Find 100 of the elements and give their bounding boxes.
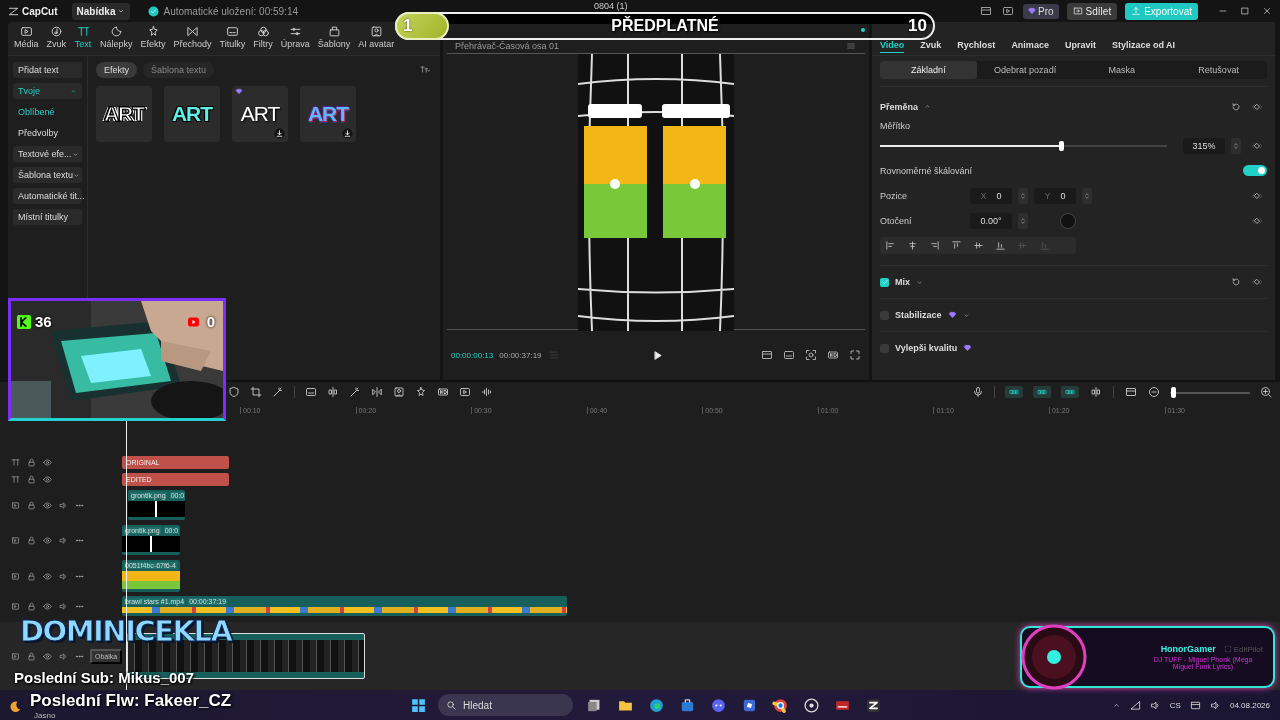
pro-badge[interactable]: Pro [1023, 3, 1059, 19]
toolbar-tab[interactable]: Nálepky [96, 25, 137, 53]
split-icon[interactable] [1089, 386, 1103, 398]
eye-icon[interactable] [43, 571, 52, 581]
video-track-icon[interactable] [11, 651, 20, 661]
chat-icon[interactable] [709, 696, 727, 714]
filter-tab[interactable]: Efekty [96, 62, 137, 78]
sidebar-item[interactable]: Předvolby [13, 125, 82, 141]
text-effect-tile[interactable]: ART [164, 86, 220, 142]
speaker-icon[interactable] [1209, 699, 1221, 711]
lock-icon[interactable] [27, 535, 36, 545]
toolbar-tab[interactable]: AI avatar [354, 25, 399, 53]
properties-tab[interactable]: Stylizace od AI [1111, 39, 1176, 53]
stepper[interactable] [1231, 137, 1241, 154]
sidebar-item[interactable]: Přidat text [13, 62, 82, 78]
slider-thumb[interactable] [1171, 386, 1177, 398]
preview-icon[interactable] [1124, 386, 1138, 398]
split-icon[interactable] [327, 386, 339, 398]
stepper[interactable] [1082, 187, 1092, 204]
eye-icon[interactable] [43, 500, 52, 510]
speaker-icon[interactable] [1149, 699, 1161, 711]
reset-icon[interactable] [1231, 101, 1241, 112]
video-track-icon[interactable] [11, 535, 20, 545]
sidebar-item[interactable]: Oblíbené [13, 104, 82, 120]
stepper[interactable] [1018, 187, 1028, 204]
media-icon[interactable] [459, 386, 471, 398]
checkbox[interactable] [880, 277, 889, 287]
filter-tab[interactable]: Šablona textu [143, 62, 215, 78]
video-track-icon[interactable] [11, 601, 20, 611]
toolbar-tab[interactable]: Úprava [276, 25, 314, 53]
subtab[interactable]: Základní [880, 61, 977, 79]
text-effect-tile[interactable]: ART [300, 86, 356, 142]
screen-icon[interactable] [761, 349, 773, 361]
eye-icon[interactable] [43, 457, 52, 467]
zoom-slider[interactable] [1170, 386, 1250, 398]
mirror-icon[interactable] [371, 386, 383, 398]
link-toggle[interactable] [1033, 386, 1051, 398]
windows-icon[interactable] [410, 696, 427, 714]
toolbar-tab[interactable]: Přechody [169, 25, 216, 53]
toolbar-tab[interactable]: Zvuk [42, 25, 71, 53]
zoom-in-icon[interactable] [1260, 386, 1272, 398]
toolbar-tab[interactable]: Titulky [215, 25, 250, 53]
eye-icon[interactable] [43, 601, 52, 611]
lock-icon[interactable] [27, 457, 36, 467]
lock-icon[interactable] [27, 651, 36, 661]
slider-thumb[interactable] [1058, 140, 1064, 151]
sidebar-item[interactable]: Místní titulky [13, 209, 82, 225]
tray-date[interactable]: 04.08.2026 [1229, 700, 1270, 710]
text-size-icon[interactable] [418, 65, 432, 75]
zoom-out-icon[interactable] [1148, 386, 1160, 398]
link-toggle[interactable] [1005, 386, 1023, 398]
text-track-icon[interactable] [11, 474, 20, 484]
eye-icon[interactable] [43, 535, 52, 545]
taskbar-search[interactable]: Hledat [438, 694, 573, 716]
scale-slider[interactable] [880, 140, 1167, 151]
video-track-icon[interactable] [11, 571, 20, 581]
subtab[interactable]: Maska [1073, 61, 1171, 79]
properties-tab[interactable]: Video [880, 39, 905, 53]
toolbar-tab[interactable]: Média [10, 25, 43, 53]
browser-icon[interactable] [647, 696, 665, 714]
toolbar-tab[interactable]: Filtry [249, 25, 277, 53]
eye-icon[interactable] [43, 474, 52, 484]
sidebar-item[interactable]: Automatické tit... [13, 188, 82, 204]
properties-tab[interactable]: Rychlost [957, 39, 996, 53]
language-indicator[interactable]: CS [1169, 700, 1181, 710]
toolbar-tab[interactable]: Efekty [136, 25, 170, 53]
stepper[interactable] [1018, 212, 1028, 229]
lock-icon[interactable] [27, 474, 36, 484]
hd-icon[interactable] [437, 386, 449, 398]
target-icon[interactable] [805, 349, 817, 361]
scale-field[interactable]: 315% [1183, 137, 1225, 154]
menu-button[interactable]: Nabídka [71, 2, 131, 20]
text-effect-tile[interactable]: ART [232, 86, 288, 142]
network-icon[interactable] [1129, 699, 1141, 711]
subtab[interactable]: Retušovat [1170, 61, 1267, 79]
link-toggle[interactable] [1061, 386, 1079, 398]
speaker-icon[interactable] [59, 651, 68, 661]
speaker-icon[interactable] [59, 601, 68, 611]
aperture-icon[interactable] [802, 696, 820, 714]
share-button[interactable]: Sdílet [1066, 2, 1118, 20]
y-field[interactable]: Y 0 [1034, 187, 1076, 204]
eye-icon[interactable] [43, 651, 52, 661]
person-icon[interactable] [393, 386, 405, 398]
maximize-icon[interactable] [1240, 6, 1250, 16]
uniform-scale-toggle[interactable] [1243, 165, 1267, 176]
video-track-icon[interactable] [11, 500, 20, 510]
properties-tab[interactable]: Zvuk [920, 39, 942, 53]
fullscreen-icon[interactable] [849, 349, 861, 361]
sidebar-item[interactable]: Textové efe... [13, 146, 82, 162]
toolbar-tab[interactable]: Text [70, 25, 97, 53]
close-icon[interactable] [1262, 6, 1272, 16]
reset-icon[interactable] [1231, 277, 1241, 287]
text-effect-tile[interactable]: ART [96, 86, 152, 142]
speaker-icon[interactable] [59, 535, 68, 545]
toolbar-tab[interactable]: Šablony [313, 25, 355, 53]
shield-icon[interactable] [228, 386, 240, 398]
microphone-icon[interactable] [972, 386, 984, 398]
speaker-icon[interactable] [59, 571, 68, 581]
properties-tab[interactable]: Upravit [1064, 39, 1096, 53]
chrome-icon[interactable] [771, 696, 789, 714]
